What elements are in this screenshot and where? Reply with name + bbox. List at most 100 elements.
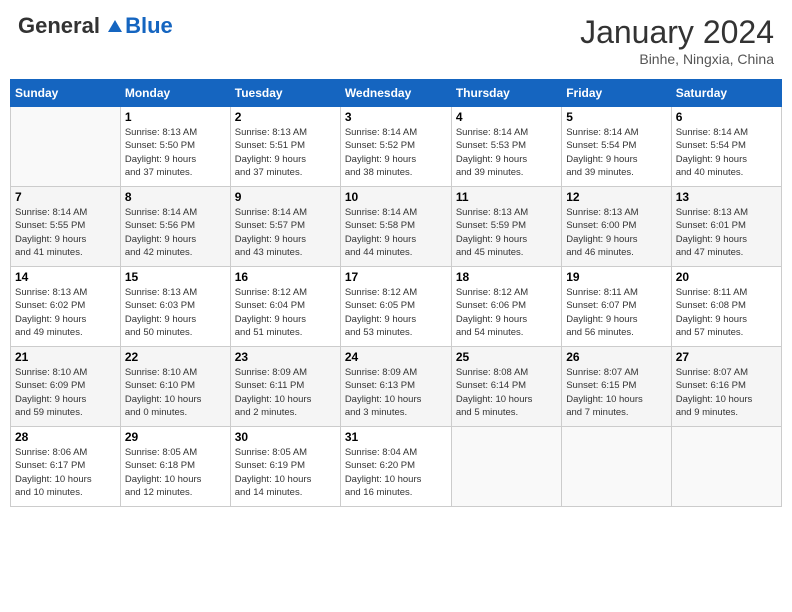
title-block: January 2024 Binhe, Ningxia, China xyxy=(580,14,774,67)
calendar-header-row: SundayMondayTuesdayWednesdayThursdayFrid… xyxy=(11,80,782,107)
day-number: 29 xyxy=(125,430,226,444)
calendar-cell: 10 Sunrise: 8:14 AMSunset: 5:58 PMDayligh… xyxy=(340,187,451,267)
day-number: 22 xyxy=(125,350,226,364)
day-number: 1 xyxy=(125,110,226,124)
calendar-cell: 15 Sunrise: 8:13 AMSunset: 6:03 PMDayligh… xyxy=(120,267,230,347)
day-info: Sunrise: 8:09 AMSunset: 6:11 PMDaylight:… xyxy=(235,366,336,419)
day-number: 7 xyxy=(15,190,116,204)
day-info: Sunrise: 8:12 AMSunset: 6:04 PMDaylight:… xyxy=(235,286,336,339)
calendar-week-row: 1 Sunrise: 8:13 AMSunset: 5:50 PMDaylight… xyxy=(11,107,782,187)
day-number: 16 xyxy=(235,270,336,284)
calendar-cell: 13 Sunrise: 8:13 AMSunset: 6:01 PMDayligh… xyxy=(671,187,781,267)
day-number: 30 xyxy=(235,430,336,444)
day-number: 20 xyxy=(676,270,777,284)
day-number: 12 xyxy=(566,190,666,204)
day-number: 13 xyxy=(676,190,777,204)
calendar-cell: 27 Sunrise: 8:07 AMSunset: 6:16 PMDayligh… xyxy=(671,347,781,427)
day-number: 5 xyxy=(566,110,666,124)
day-number: 11 xyxy=(456,190,557,204)
logo-general-text: General xyxy=(18,13,100,38)
calendar-cell xyxy=(562,427,671,507)
calendar-cell: 2 Sunrise: 8:13 AMSunset: 5:51 PMDaylight… xyxy=(230,107,340,187)
day-info: Sunrise: 8:13 AMSunset: 6:03 PMDaylight:… xyxy=(125,286,226,339)
day-info: Sunrise: 8:07 AMSunset: 6:15 PMDaylight:… xyxy=(566,366,666,419)
day-info: Sunrise: 8:13 AMSunset: 6:01 PMDaylight:… xyxy=(676,206,777,259)
day-info: Sunrise: 8:11 AMSunset: 6:07 PMDaylight:… xyxy=(566,286,666,339)
calendar-week-row: 7 Sunrise: 8:14 AMSunset: 5:55 PMDaylight… xyxy=(11,187,782,267)
calendar-week-row: 28 Sunrise: 8:06 AMSunset: 6:17 PMDayligh… xyxy=(11,427,782,507)
calendar-cell: 8 Sunrise: 8:14 AMSunset: 5:56 PMDaylight… xyxy=(120,187,230,267)
calendar-cell: 31Sunrise: 8:04 AMSunset: 6:20 PMDayligh… xyxy=(340,427,451,507)
calendar-cell: 28 Sunrise: 8:06 AMSunset: 6:17 PMDayligh… xyxy=(11,427,121,507)
day-info: Sunrise: 8:07 AMSunset: 6:16 PMDaylight:… xyxy=(676,366,777,419)
col-header-saturday: Saturday xyxy=(671,80,781,107)
day-number: 10 xyxy=(345,190,447,204)
day-info: Sunrise: 8:13 AMSunset: 5:59 PMDaylight:… xyxy=(456,206,557,259)
day-number: 18 xyxy=(456,270,557,284)
calendar-week-row: 14Sunrise: 8:13 AMSunset: 6:02 PMDayligh… xyxy=(11,267,782,347)
day-number: 3 xyxy=(345,110,447,124)
day-number: 23 xyxy=(235,350,336,364)
day-number: 2 xyxy=(235,110,336,124)
calendar-cell: 9Sunrise: 8:14 AMSunset: 5:57 PMDaylight… xyxy=(230,187,340,267)
month-title: January 2024 xyxy=(580,14,774,51)
calendar-cell: 25Sunrise: 8:08 AMSunset: 6:14 PMDayligh… xyxy=(451,347,561,427)
day-number: 15 xyxy=(125,270,226,284)
calendar-cell: 26Sunrise: 8:07 AMSunset: 6:15 PMDayligh… xyxy=(562,347,671,427)
logo: General Blue xyxy=(18,14,173,38)
calendar-cell: 29 Sunrise: 8:05 AMSunset: 6:18 PMDayligh… xyxy=(120,427,230,507)
calendar-cell: 4 Sunrise: 8:14 AMSunset: 5:53 PMDaylight… xyxy=(451,107,561,187)
calendar-cell: 30 Sunrise: 8:05 AMSunset: 6:19 PMDayligh… xyxy=(230,427,340,507)
day-info: Sunrise: 8:14 AMSunset: 5:53 PMDaylight:… xyxy=(456,126,557,179)
day-info: Sunrise: 8:12 AMSunset: 6:06 PMDaylight:… xyxy=(456,286,557,339)
calendar-cell: 12 Sunrise: 8:13 AMSunset: 6:00 PMDayligh… xyxy=(562,187,671,267)
page-header: General Blue January 2024 Binhe, Ningxia… xyxy=(10,10,782,71)
day-info: Sunrise: 8:13 AMSunset: 6:00 PMDaylight:… xyxy=(566,206,666,259)
calendar-cell xyxy=(671,427,781,507)
calendar-cell: 24Sunrise: 8:09 AMSunset: 6:13 PMDayligh… xyxy=(340,347,451,427)
day-number: 28 xyxy=(15,430,116,444)
calendar-cell: 20 Sunrise: 8:11 AMSunset: 6:08 PMDayligh… xyxy=(671,267,781,347)
day-info: Sunrise: 8:13 AMSunset: 5:51 PMDaylight:… xyxy=(235,126,336,179)
day-info: Sunrise: 8:06 AMSunset: 6:17 PMDaylight:… xyxy=(15,446,116,499)
calendar-cell: 5 Sunrise: 8:14 AMSunset: 5:54 PMDaylight… xyxy=(562,107,671,187)
calendar-cell: 19 Sunrise: 8:11 AMSunset: 6:07 PMDayligh… xyxy=(562,267,671,347)
calendar-cell: 21Sunrise: 8:10 AMSunset: 6:09 PMDayligh… xyxy=(11,347,121,427)
day-info: Sunrise: 8:14 AMSunset: 5:54 PMDaylight:… xyxy=(566,126,666,179)
day-info: Sunrise: 8:14 AMSunset: 5:57 PMDaylight:… xyxy=(235,206,336,259)
day-info: Sunrise: 8:05 AMSunset: 6:18 PMDaylight:… xyxy=(125,446,226,499)
calendar-table: SundayMondayTuesdayWednesdayThursdayFrid… xyxy=(10,79,782,507)
day-number: 8 xyxy=(125,190,226,204)
day-info: Sunrise: 8:14 AMSunset: 5:54 PMDaylight:… xyxy=(676,126,777,179)
day-info: Sunrise: 8:10 AMSunset: 6:09 PMDaylight:… xyxy=(15,366,116,419)
day-info: Sunrise: 8:14 AMSunset: 5:55 PMDaylight:… xyxy=(15,206,116,259)
day-number: 17 xyxy=(345,270,447,284)
day-number: 24 xyxy=(345,350,447,364)
day-number: 25 xyxy=(456,350,557,364)
calendar-cell: 22Sunrise: 8:10 AMSunset: 6:10 PMDayligh… xyxy=(120,347,230,427)
col-header-monday: Monday xyxy=(120,80,230,107)
calendar-week-row: 21Sunrise: 8:10 AMSunset: 6:09 PMDayligh… xyxy=(11,347,782,427)
location: Binhe, Ningxia, China xyxy=(580,51,774,67)
day-number: 14 xyxy=(15,270,116,284)
calendar-cell: 18 Sunrise: 8:12 AMSunset: 6:06 PMDayligh… xyxy=(451,267,561,347)
day-info: Sunrise: 8:14 AMSunset: 5:56 PMDaylight:… xyxy=(125,206,226,259)
day-info: Sunrise: 8:12 AMSunset: 6:05 PMDaylight:… xyxy=(345,286,447,339)
col-header-friday: Friday xyxy=(562,80,671,107)
calendar-cell: 11 Sunrise: 8:13 AMSunset: 5:59 PMDayligh… xyxy=(451,187,561,267)
calendar-cell: 7 Sunrise: 8:14 AMSunset: 5:55 PMDaylight… xyxy=(11,187,121,267)
day-number: 31 xyxy=(345,430,447,444)
logo-blue-text: Blue xyxy=(100,13,173,38)
day-info: Sunrise: 8:11 AMSunset: 6:08 PMDaylight:… xyxy=(676,286,777,339)
day-info: Sunrise: 8:13 AMSunset: 5:50 PMDaylight:… xyxy=(125,126,226,179)
day-info: Sunrise: 8:14 AMSunset: 5:52 PMDaylight:… xyxy=(345,126,447,179)
col-header-sunday: Sunday xyxy=(11,80,121,107)
calendar-cell: 16 Sunrise: 8:12 AMSunset: 6:04 PMDayligh… xyxy=(230,267,340,347)
day-number: 19 xyxy=(566,270,666,284)
day-info: Sunrise: 8:05 AMSunset: 6:19 PMDaylight:… xyxy=(235,446,336,499)
day-number: 4 xyxy=(456,110,557,124)
day-number: 6 xyxy=(676,110,777,124)
day-number: 27 xyxy=(676,350,777,364)
day-info: Sunrise: 8:14 AMSunset: 5:58 PMDaylight:… xyxy=(345,206,447,259)
calendar-cell: 14Sunrise: 8:13 AMSunset: 6:02 PMDayligh… xyxy=(11,267,121,347)
